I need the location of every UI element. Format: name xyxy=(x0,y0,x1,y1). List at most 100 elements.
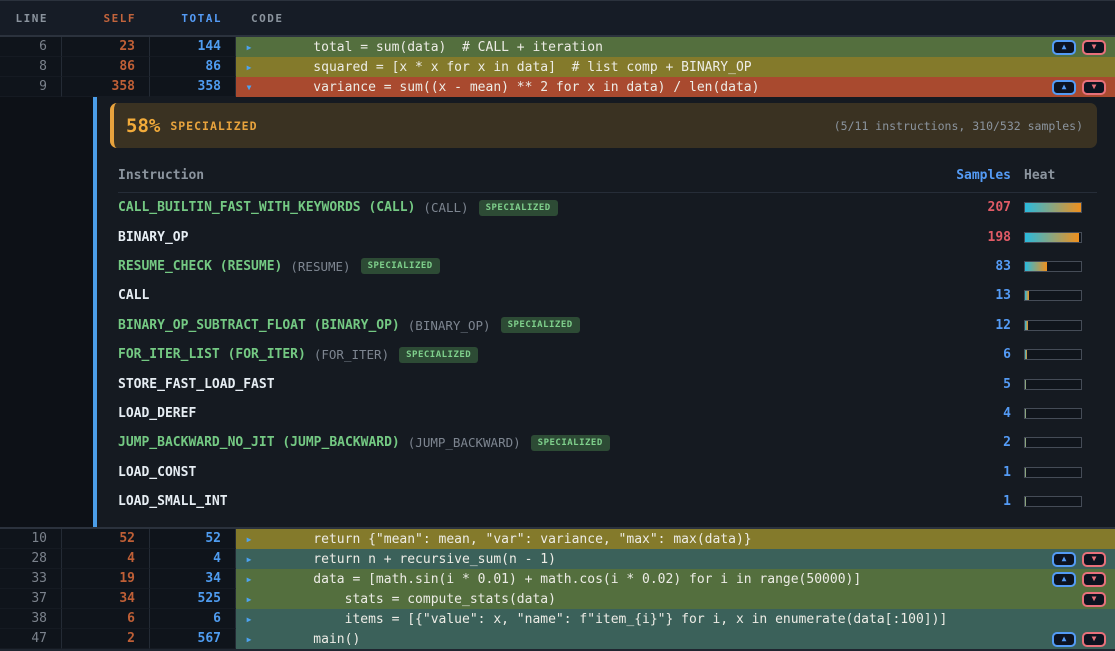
heat-bar-fill xyxy=(1025,350,1027,359)
code-table-top: LINE SELF TOTAL CODE 623144▶ total = sum… xyxy=(0,0,1115,97)
code-line-text: return n + recursive_sum(n - 1) xyxy=(262,552,556,567)
instruction-name-cell: CALL_BUILTIN_FAST_WITH_KEYWORDS (CALL)(C… xyxy=(118,200,947,216)
specialized-badge: SPECIALIZED xyxy=(501,317,580,333)
instruction-name-cell: BINARY_OP xyxy=(118,230,947,245)
self-samples-cell: 34 xyxy=(62,589,150,609)
column-header-instruction[interactable]: Instruction xyxy=(118,168,947,183)
total-samples-cell: 6 xyxy=(150,609,236,629)
instruction-name: JUMP_BACKWARD_NO_JIT (JUMP_BACKWARD) xyxy=(118,435,400,450)
expand-icon[interactable]: ▶ xyxy=(236,535,262,544)
instruction-row: JUMP_BACKWARD_NO_JIT (JUMP_BACKWARD)(JUM… xyxy=(118,428,1097,457)
expand-icon[interactable]: ▶ xyxy=(236,635,262,644)
move-down-button[interactable]: ▼ xyxy=(1082,592,1106,607)
column-header-heat[interactable]: Heat xyxy=(1011,168,1097,183)
total-samples-cell: 525 xyxy=(150,589,236,609)
instruction-name-cell: BINARY_OP_SUBTRACT_FLOAT (BINARY_OP) (BIN… xyxy=(118,317,947,333)
move-up-button[interactable]: ▲ xyxy=(1052,40,1076,55)
move-down-button[interactable]: ▼ xyxy=(1082,80,1106,95)
code-cell: ▶ stats = compute_stats(data) ▼ xyxy=(236,589,1115,609)
code-row[interactable]: 2844▶ return n + recursive_sum(n - 1)▲▼ xyxy=(0,549,1115,569)
instruction-name: STORE_FAST_LOAD_FAST xyxy=(118,377,275,392)
instruction-table: Instruction Samples Heat CALL_BUILTIN_FA… xyxy=(110,160,1097,516)
move-up-button[interactable]: ▲ xyxy=(1052,572,1076,587)
column-header-self[interactable]: SELF xyxy=(62,12,150,25)
row-buttons: ▲▼ xyxy=(1052,572,1115,587)
total-samples-cell: 358 xyxy=(150,77,236,97)
code-cell: ▶ total = sum(data) # CALL + iteration▲▼ xyxy=(236,37,1115,57)
expand-icon[interactable]: ▶ xyxy=(236,43,262,52)
instruction-base-name: (CALL) xyxy=(423,200,468,215)
instruction-row: FOR_ITER_LIST (FOR_ITER)(FOR_ITER)SPECIA… xyxy=(118,340,1097,369)
self-samples-cell: 358 xyxy=(62,77,150,97)
code-row[interactable]: 88686▶ squared = [x * x for x in data] #… xyxy=(0,57,1115,77)
column-header-samples[interactable]: Samples xyxy=(947,168,1011,183)
code-row[interactable]: 623144▶ total = sum(data) # CALL + itera… xyxy=(0,37,1115,57)
self-samples-cell: 4 xyxy=(62,549,150,569)
code-row[interactable]: 105252▶ return {"mean": mean, "var": var… xyxy=(0,529,1115,549)
code-line-text: stats = compute_stats(data) xyxy=(262,592,556,607)
instruction-base-name: (BINARY_OP) xyxy=(408,318,491,333)
expand-icon[interactable]: ▶ xyxy=(236,595,262,604)
line-number-cell: 6 xyxy=(0,37,62,57)
move-up-button[interactable]: ▲ xyxy=(1052,80,1076,95)
expand-icon[interactable]: ▶ xyxy=(236,615,262,624)
code-line-text: items = [{"value": x, "name": f"item_{i}… xyxy=(262,612,947,627)
expand-icon[interactable]: ▶ xyxy=(236,555,262,564)
instruction-base-name: (FOR_ITER) xyxy=(314,347,389,362)
specialization-panel: 58% SPECIALIZED (5/11 instructions, 310/… xyxy=(0,97,1115,527)
heat-bar-fill xyxy=(1025,203,1081,212)
code-cell: ▶ squared = [x * x for x in data] # list… xyxy=(236,57,1115,77)
code-row[interactable]: 3734525▶ stats = compute_stats(data)▼ xyxy=(0,589,1115,609)
move-down-button[interactable]: ▼ xyxy=(1082,572,1106,587)
code-line-text: return {"mean": mean, "var": variance, "… xyxy=(262,532,752,547)
specialization-label: SPECIALIZED xyxy=(170,119,257,133)
panel-content: 58% SPECIALIZED (5/11 instructions, 310/… xyxy=(97,97,1115,527)
heat-bar xyxy=(1024,379,1082,390)
specialized-badge: SPECIALIZED xyxy=(479,200,558,216)
collapse-icon[interactable]: ▼ xyxy=(236,83,262,92)
instruction-name: FOR_ITER_LIST (FOR_ITER) xyxy=(118,347,306,362)
row-buttons: ▲▼ xyxy=(1052,40,1115,55)
heat-bar-fill xyxy=(1025,409,1026,418)
instruction-name: RESUME_CHECK (RESUME) xyxy=(118,259,282,274)
code-row[interactable]: 9358358▼ variance = sum((x - mean) ** 2 … xyxy=(0,77,1115,97)
samples-count: 207 xyxy=(947,200,1011,215)
code-row[interactable]: 331934▶ data = [math.sin(i * 0.01) + mat… xyxy=(0,569,1115,589)
panel-gutter xyxy=(0,97,93,527)
heat-bar xyxy=(1024,232,1082,243)
self-samples-cell: 52 xyxy=(62,529,150,549)
instruction-name: BINARY_OP_SUBTRACT_FLOAT (BINARY_OP) xyxy=(118,318,400,333)
instruction-name-cell: STORE_FAST_LOAD_FAST xyxy=(118,377,947,392)
code-row[interactable]: 3866▶ items = [{"value": x, "name": f"it… xyxy=(0,609,1115,629)
profiler-app: LINE SELF TOTAL CODE 623144▶ total = sum… xyxy=(0,0,1115,651)
heat-bar-fill xyxy=(1025,233,1079,242)
expand-icon[interactable]: ▶ xyxy=(236,575,262,584)
instruction-table-header: Instruction Samples Heat xyxy=(118,160,1097,193)
code-table-bottom: 105252▶ return {"mean": mean, "var": var… xyxy=(0,527,1115,651)
samples-count: 12 xyxy=(947,318,1011,333)
heat-bar-fill xyxy=(1025,468,1026,477)
heat-bar-fill xyxy=(1025,262,1047,271)
move-down-button[interactable]: ▼ xyxy=(1082,40,1106,55)
column-header-total[interactable]: TOTAL xyxy=(150,12,236,25)
code-cell: ▼ variance = sum((x - mean) ** 2 for x i… xyxy=(236,77,1115,97)
instruction-row: CALL13 xyxy=(118,281,1097,310)
instruction-row: LOAD_CONST1 xyxy=(118,458,1097,487)
column-header-line[interactable]: LINE xyxy=(0,12,62,25)
samples-count: 13 xyxy=(947,288,1011,303)
line-number-cell: 38 xyxy=(0,609,62,629)
total-samples-cell: 34 xyxy=(150,569,236,589)
heat-bar xyxy=(1024,467,1082,478)
line-number-cell: 8 xyxy=(0,57,62,77)
move-down-button[interactable]: ▼ xyxy=(1082,552,1106,567)
code-cell: ▶ return n + recursive_sum(n - 1) ▲ ▼ xyxy=(236,549,1115,569)
samples-count: 1 xyxy=(947,465,1011,480)
move-up-button[interactable]: ▲ xyxy=(1052,552,1076,567)
total-samples-cell: 86 xyxy=(150,57,236,77)
code-cell: ▶ return {"mean": mean, "var": variance,… xyxy=(236,529,1115,549)
heat-bar-fill xyxy=(1025,380,1026,389)
code-row[interactable]: 472567▶ main()▲▼ xyxy=(0,629,1115,649)
total-samples-cell: 52 xyxy=(150,529,236,549)
expand-icon[interactable]: ▶ xyxy=(236,63,262,72)
table-header: LINE SELF TOTAL CODE xyxy=(0,0,1115,37)
